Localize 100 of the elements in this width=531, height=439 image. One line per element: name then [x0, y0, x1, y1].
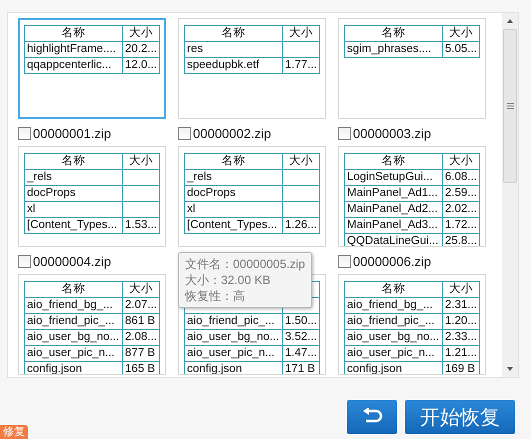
- column-header: 大小: [442, 26, 480, 42]
- table-cell: [282, 42, 320, 58]
- table-cell: [282, 170, 320, 186]
- table-cell: highlightFrame....: [24, 42, 123, 58]
- checkbox[interactable]: [178, 126, 191, 140]
- table-cell: 1.50...: [282, 314, 320, 330]
- scrollbar-thumb[interactable]: [503, 29, 517, 183]
- table-cell: 2.59...: [442, 186, 480, 202]
- column-header: 名称: [24, 26, 123, 42]
- column-header: 大小: [442, 154, 480, 170]
- table-cell: aio_user_bg_no...: [184, 330, 283, 346]
- table-cell: 2.02...: [442, 202, 480, 218]
- file-name: 00000001.zip: [33, 126, 112, 140]
- table-cell: aio_friend_pic_...: [344, 314, 443, 330]
- table-cell: 171 B: [282, 362, 320, 374]
- table-cell: 169 B: [442, 362, 480, 374]
- table-cell: _rels: [184, 170, 283, 186]
- table-cell: 12.0...: [122, 58, 160, 74]
- table-cell: 5.05...: [442, 42, 480, 58]
- table-cell: QQDataLineGui...: [344, 234, 443, 246]
- file-preview-card[interactable]: 名称 大小 _rels docProps xl [Content_Types... 1.53...: [18, 146, 166, 247]
- file-name: 00000002.zip: [193, 126, 272, 140]
- column-header: 名称: [184, 154, 283, 170]
- file-preview-card[interactable]: 名称 大小 res speedupbk.etf 1.77...: [178, 18, 326, 119]
- checkbox[interactable]: [18, 254, 31, 268]
- table-cell: 1.77...: [282, 58, 320, 74]
- table-cell: 877 B: [122, 346, 160, 362]
- table-cell: qqappcenterlic...: [24, 58, 123, 74]
- column-header: 名称: [24, 282, 123, 298]
- checkbox[interactable]: [338, 126, 351, 140]
- file-preview-card[interactable]: 名称 大小 highlightFrame.... 20.2... qqappcenterlic... 12.0...: [18, 18, 166, 119]
- tooltip-line: 恢复性：高: [185, 288, 246, 304]
- table-cell: 165 B: [122, 362, 160, 374]
- table-cell: MainPanel_Ad1...: [344, 186, 443, 202]
- file-name: 00000006.zip: [353, 254, 432, 268]
- table-cell: aio_user_pic_n...: [344, 346, 443, 362]
- table-cell: res: [184, 42, 283, 58]
- table-cell: _rels: [24, 170, 123, 186]
- table-cell: aio_friend_pic_...: [24, 314, 123, 330]
- table-cell: MainPanel_Ad3...: [344, 218, 443, 234]
- back-button[interactable]: [347, 400, 397, 434]
- table-cell: aio_user_bg_no...: [24, 330, 123, 346]
- table-cell: [282, 202, 320, 218]
- table-cell: [122, 186, 160, 202]
- table-cell: aio_friend_pic_...: [184, 314, 283, 330]
- table-cell: 25.8...: [442, 234, 480, 246]
- table-cell: speedupbk.etf: [184, 58, 283, 74]
- checkbox[interactable]: [18, 126, 31, 140]
- table-cell: xl: [184, 202, 283, 218]
- table-cell: sgim_phrases....: [344, 42, 443, 58]
- column-header: 名称: [344, 26, 443, 42]
- table-cell: aio_user_pic_n...: [24, 346, 123, 362]
- column-header: 大小: [282, 26, 320, 42]
- table-cell: [122, 202, 160, 218]
- table-cell: 2.08...: [122, 330, 160, 346]
- column-header: 名称: [344, 154, 443, 170]
- table-cell: aio_user_bg_no...: [344, 330, 443, 346]
- column-header: 名称: [344, 282, 443, 298]
- file-preview-card[interactable]: 名称 大小 _rels docProps xl [Content_Types... 1.26...: [178, 146, 326, 247]
- table-cell: aio_friend_bg_...: [344, 298, 443, 314]
- table-cell: [122, 170, 160, 186]
- table-cell: LoginSetupGui...: [344, 170, 443, 186]
- file-preview-card[interactable]: 名称 大小 LoginSetupGui... 6.08... MainPanel_Ad1... 2.59... MainPanel_Ad2... 2.02... MainPanel_Ad3... 1.72... QQDataLineGui... 25.8...: [338, 146, 486, 247]
- table-cell: 6.08...: [442, 170, 480, 186]
- table-cell: MainPanel_Ad2...: [344, 202, 443, 218]
- table-cell: [Content_Types...: [24, 218, 123, 234]
- table-cell: aio_friend_bg_...: [24, 298, 123, 314]
- table-cell: 1.72...: [442, 218, 480, 234]
- table-cell: 2.33...: [442, 330, 480, 346]
- table-cell: 1.47...: [282, 346, 320, 362]
- table-cell: docProps: [184, 186, 283, 202]
- table-cell: 3.52...: [282, 330, 320, 346]
- file-preview-card[interactable]: 名称 大小 sgim_phrases.... 5.05...: [338, 18, 486, 119]
- column-header: 大小: [442, 282, 480, 298]
- table-cell: 1.21...: [442, 346, 480, 362]
- table-cell: 20.2...: [122, 42, 160, 58]
- tooltip-line: 文件名：00000005.zip: [185, 256, 306, 272]
- file-name: 00000003.zip: [353, 126, 432, 140]
- column-header: 大小: [122, 282, 160, 298]
- table-cell: docProps: [24, 186, 123, 202]
- start-recovery-button[interactable]: 开始恢复: [405, 400, 515, 434]
- table-cell: aio_user_pic_n...: [184, 346, 283, 362]
- tooltip-line: 大小：32.00 KB: [185, 272, 272, 288]
- table-cell: xl: [24, 202, 123, 218]
- table-cell: 1.20...: [442, 314, 480, 330]
- grip-icon: [506, 103, 514, 109]
- table-cell: [Content_Types...: [184, 218, 283, 234]
- table-cell: 861 B: [122, 314, 160, 330]
- table-cell: 2.07...: [122, 298, 160, 314]
- table-cell: 1.26...: [282, 218, 320, 234]
- column-header: 名称: [184, 26, 283, 42]
- table-cell: 2.31...: [442, 298, 480, 314]
- column-header: 大小: [122, 154, 160, 170]
- column-header: 名称: [24, 154, 123, 170]
- column-header: 大小: [122, 26, 160, 42]
- table-cell: [282, 186, 320, 202]
- column-header: 大小: [282, 154, 320, 170]
- table-cell: 1.53...: [122, 218, 160, 234]
- file-name: 00000004.zip: [33, 254, 112, 268]
- checkbox[interactable]: [338, 254, 351, 268]
